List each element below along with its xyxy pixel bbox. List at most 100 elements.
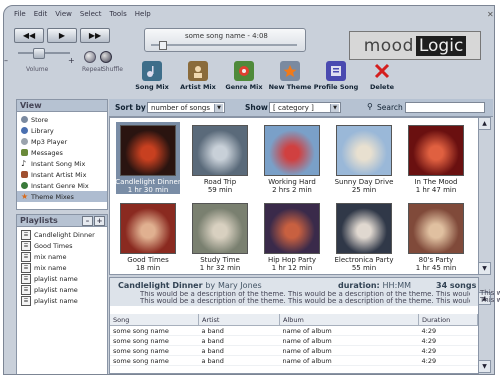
menu-select[interactable]: Select [80, 10, 102, 22]
theme-tile[interactable]: Candlelight Dinner 1 hr 30 min [115, 122, 181, 194]
menu-tools[interactable]: Tools [110, 10, 127, 22]
grid-scroll-down[interactable]: ▼ [478, 262, 491, 275]
playlist-item[interactable]: ☰ Candlelight Dinner [17, 229, 107, 240]
chevron-down-icon: ▼ [330, 104, 339, 112]
theme-tile[interactable]: In The Mood 1 hr 47 min [404, 122, 468, 194]
cell-duration: 4:29 [418, 355, 478, 366]
menu-help[interactable]: Help [135, 10, 151, 22]
theme-tile[interactable]: Study Time 1 hr 32 min [188, 200, 252, 272]
add-playlist-button[interactable]: + [94, 216, 105, 226]
theme-name: Candlelight Dinner [115, 178, 181, 186]
song-mix-icon [142, 61, 162, 81]
table-row[interactable]: some song name a band name of album 4:29 [110, 335, 478, 346]
playlist-item-label: playlist name [34, 274, 78, 283]
volume-knob[interactable] [32, 48, 45, 59]
sidebar-item-messages[interactable]: Messages [17, 147, 107, 158]
song-mix-button[interactable]: Song Mix [132, 61, 172, 91]
song-table-header: Song Artist Album Duration [110, 314, 478, 326]
sidebar-item-label: Library [31, 126, 54, 135]
playlist-item[interactable]: ☰ playlist name [17, 273, 107, 284]
theme-duration: 2 hrs 2 min [272, 186, 312, 194]
menu-edit[interactable]: Edit [34, 10, 48, 22]
sidebar-item-instant-genre-mix[interactable]: Instant Genre Mix [17, 180, 107, 191]
genre-mix-button[interactable]: Genre Mix [224, 61, 264, 91]
sort-select[interactable]: number of songs ▼ [147, 102, 225, 113]
table-row[interactable]: some song name a band name of album 4:29 [110, 355, 478, 366]
volume-slider[interactable] [14, 48, 74, 59]
genre-icon [21, 182, 28, 189]
theme-duration: 1 hr 45 min [415, 264, 457, 272]
theme-duration: 18 min [135, 264, 161, 272]
menu-view[interactable]: View [55, 10, 72, 22]
duration-value: HH:MM [382, 281, 412, 290]
table-row[interactable]: some song name a band name of album 4:29 [110, 345, 478, 356]
theme-tile[interactable]: Electronica Party 55 min [332, 200, 396, 272]
table-row[interactable]: some song name a band name of album 4:29 [110, 325, 478, 336]
detail-scroll-down[interactable]: ▼ [478, 360, 491, 373]
shuffle-toggle[interactable] [100, 51, 112, 63]
delete-icon [372, 61, 392, 81]
playlist-item[interactable]: ☰ mix name [17, 251, 107, 262]
theme-tile[interactable]: Good Times 18 min [116, 200, 180, 272]
sidebar-item-label: Store [31, 115, 49, 124]
theme-duration: 1 hr 32 min [199, 264, 241, 272]
genre-mix-label: Genre Mix [225, 83, 263, 91]
forward-button[interactable]: ▶▶ [80, 28, 110, 43]
sidebar-item-theme-mixes[interactable]: ★ Theme Mixes [17, 191, 107, 202]
delete-button[interactable]: Delete [362, 61, 402, 91]
cell-album: name of album [279, 335, 419, 346]
column-album[interactable]: Album [279, 314, 419, 326]
column-song[interactable]: Song [110, 314, 199, 326]
rewind-button[interactable]: ◀◀ [14, 28, 44, 43]
theme-tile[interactable]: Hip Hop Party 1 hr 12 min [260, 200, 324, 272]
theme-thumbnail [120, 203, 176, 254]
theme-tile[interactable]: 80's Party 1 hr 45 min [404, 200, 468, 272]
artist-mix-icon [188, 61, 208, 81]
sort-value: number of songs [151, 104, 210, 112]
theme-tile[interactable]: Working Hard 2 hrs 2 min [260, 122, 324, 194]
sidebar-item-store[interactable]: Store [17, 114, 107, 125]
playlist-item[interactable]: ☰ playlist name [17, 295, 107, 306]
progress-track[interactable] [151, 44, 297, 46]
close-icon[interactable]: ✕ [487, 10, 494, 19]
playlist-item[interactable]: ☰ playlist name [17, 284, 107, 295]
progress-knob[interactable] [159, 41, 167, 50]
description-overflow: This would [480, 296, 500, 304]
store-icon [21, 116, 28, 123]
cell-artist: a band [198, 335, 280, 346]
play-button[interactable]: ▶ [47, 28, 77, 43]
sidebar-item-label: Instant Genre Mix [31, 181, 89, 190]
artist-mix-button[interactable]: Artist Mix [178, 61, 218, 91]
theme-duration: 1 hr 12 min [271, 264, 313, 272]
playlist-item[interactable]: ☰ Good Times [17, 240, 107, 251]
grid-scroll-up[interactable]: ▲ [478, 117, 491, 130]
playlist-item[interactable]: ☰ mix name [17, 262, 107, 273]
profile-song-button[interactable]: Profile Song [314, 61, 358, 91]
column-duration[interactable]: Duration [418, 314, 478, 326]
column-artist[interactable]: Artist [198, 314, 280, 326]
view-list: Store Library Mp3 Player Messages ♪ Insta… [16, 112, 108, 210]
playlist-buttons: – + [82, 216, 105, 226]
theme-thumbnail [120, 125, 176, 176]
remove-playlist-button[interactable]: – [82, 216, 93, 226]
sidebar-item-mp3-player[interactable]: Mp3 Player [17, 136, 107, 147]
theme-tile[interactable]: Road Trip 59 min [188, 122, 252, 194]
detail-by: by [205, 281, 216, 290]
repeat-toggle[interactable] [84, 51, 96, 63]
playlists-panel-header: Playlists – + [16, 214, 108, 227]
search-input[interactable] [405, 102, 485, 113]
sidebar-item-instant-artist-mix[interactable]: Instant Artist Mix [17, 169, 107, 180]
menu-file[interactable]: File [14, 10, 26, 22]
show-select[interactable]: [ category ] ▼ [269, 102, 341, 113]
theme-controls-bar: Sort by number of songs ▼ Show [ categor… [109, 99, 493, 117]
cell-song: some song name [110, 345, 199, 356]
toolbar: Song Mix Artist Mix Genre Mix New Theme … [132, 61, 402, 91]
cell-song: some song name [110, 335, 199, 346]
cell-duration: 4:29 [418, 335, 478, 346]
logo-text-mood: mood [363, 35, 414, 56]
sidebar-item-library[interactable]: Library [17, 125, 107, 136]
theme-tile[interactable]: Sunny Day Drive 25 min [332, 122, 396, 194]
new-theme-button[interactable]: New Theme [269, 61, 311, 91]
menu-bar: File Edit View Select Tools Help [14, 10, 151, 22]
sidebar-item-instant-song-mix[interactable]: ♪ Instant Song Mix [17, 158, 107, 169]
